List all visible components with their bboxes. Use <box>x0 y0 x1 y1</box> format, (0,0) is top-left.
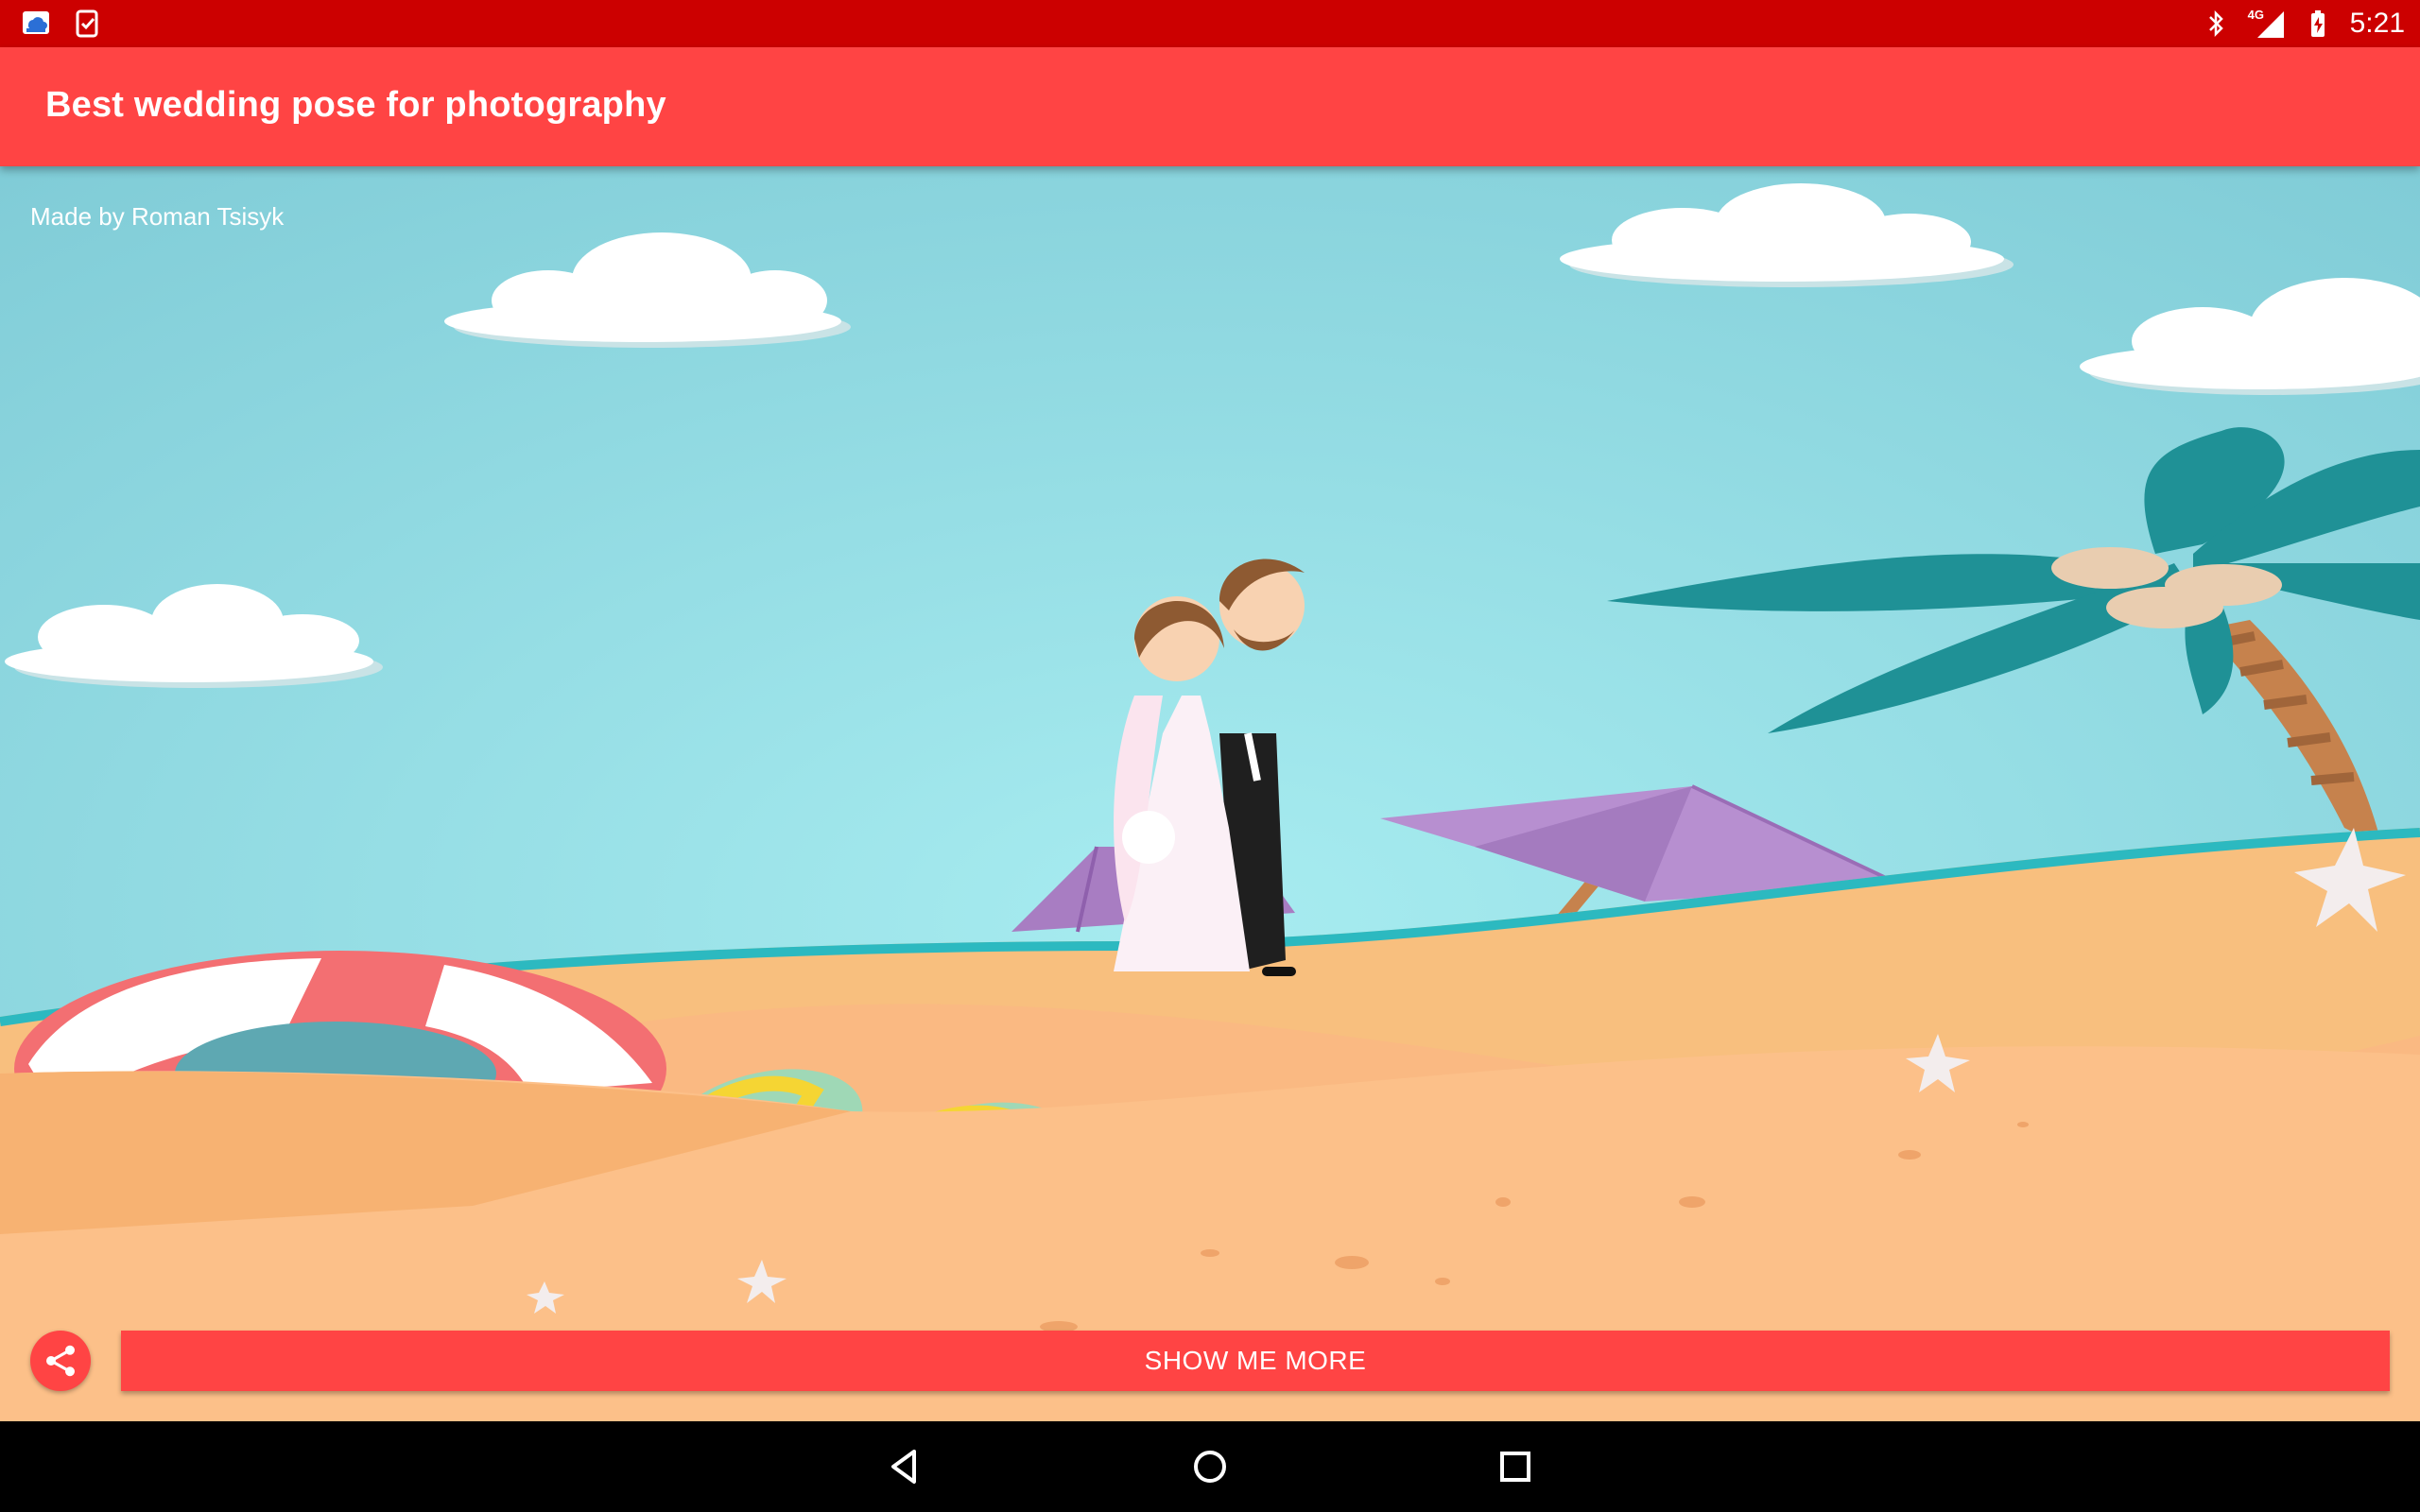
wallpaper-content: Made by Roman Tsisyk SHOW ME MORE <box>0 166 2420 1421</box>
cellular-signal-icon <box>2256 11 2284 38</box>
battery-charging-icon <box>2310 10 2325 37</box>
page-title: Best wedding pose for photography <box>45 85 666 125</box>
app-bar: Best wedding pose for photography <box>0 47 2420 166</box>
status-bar: 4G 5:21 <box>0 0 2420 47</box>
navigation-bar <box>0 1421 2420 1512</box>
cloud-app-icon <box>23 11 49 34</box>
share-button[interactable] <box>30 1331 91 1391</box>
bluetooth-icon <box>2208 9 2223 38</box>
wedding-couple <box>1114 558 1305 976</box>
recents-icon[interactable] <box>1493 1444 1538 1489</box>
system-status-icons: 4G 5:21 <box>2201 6 2405 42</box>
clipboard-check-icon <box>76 9 98 38</box>
show-me-more-button[interactable]: SHOW ME MORE <box>121 1331 2390 1391</box>
cellular-signal: 4G <box>2248 8 2286 40</box>
back-icon[interactable] <box>882 1444 927 1489</box>
notification-icons <box>21 8 102 38</box>
home-icon[interactable] <box>1187 1444 1233 1489</box>
credit-text: Made by Roman Tsisyk <box>30 202 285 231</box>
status-clock: 5:21 <box>2349 8 2405 39</box>
share-icon <box>46 1345 75 1377</box>
beach-wedding-illustration <box>0 166 2420 1421</box>
